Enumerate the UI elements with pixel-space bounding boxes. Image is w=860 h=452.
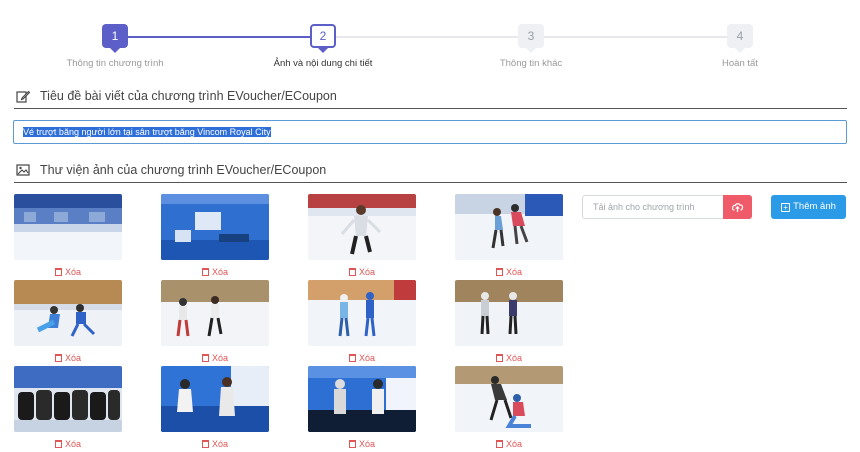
skater-photo: [14, 280, 122, 346]
trash-icon: [348, 440, 356, 448]
delete-image-button[interactable]: Xóa: [455, 267, 563, 277]
trash-icon: [54, 268, 62, 276]
skater-photo: [308, 280, 416, 346]
step-2[interactable]: 2 Ảnh và nội dung chi tiết: [243, 24, 403, 69]
gallery-tile: Xóa: [455, 194, 563, 277]
skater-photo: [455, 280, 563, 346]
edit-icon: [16, 90, 30, 103]
trash-icon: [54, 354, 62, 362]
step-label: Thông tin chương trình: [66, 58, 164, 69]
trash-icon: [201, 354, 209, 362]
rink-lobby-photo: [161, 194, 269, 260]
upload-image-field[interactable]: Tải ảnh cho chương trình: [582, 195, 752, 219]
upload-placeholder: Tải ảnh cho chương trình: [593, 202, 695, 212]
trash-icon: [201, 268, 209, 276]
skate-rental-photo: [14, 366, 122, 432]
step-3[interactable]: 3 Thông tin khác: [451, 24, 611, 69]
upload-button[interactable]: [723, 195, 752, 219]
gallery-section-header: Thư viện ảnh của chương trình EVoucher/E…: [14, 161, 847, 183]
trash-icon: [495, 354, 503, 362]
gallery-tile: Xóa: [308, 194, 416, 277]
counter-photo: [161, 366, 269, 432]
skater-photo: [455, 366, 563, 432]
gallery-tile: Xóa: [161, 366, 269, 449]
delete-image-button[interactable]: Xóa: [308, 267, 416, 277]
step-number: 1: [102, 24, 128, 53]
cloud-upload-icon: [731, 203, 744, 212]
step-number: 4: [727, 24, 753, 53]
image-icon: [16, 164, 30, 176]
trash-icon: [495, 268, 503, 276]
delete-image-button[interactable]: Xóa: [161, 353, 269, 363]
skater-photo: [455, 194, 563, 260]
delete-image-button[interactable]: Xóa: [161, 267, 269, 277]
step-number: 3: [518, 24, 544, 53]
delete-image-button[interactable]: Xóa: [455, 439, 563, 449]
ice-rink-photo: [14, 194, 122, 260]
gallery-tile: Xóa: [14, 280, 122, 363]
stepper: 1 Thông tin chương trình 2 Ảnh và nội du…: [0, 0, 860, 80]
delete-image-button[interactable]: Xóa: [308, 353, 416, 363]
step-1[interactable]: 1 Thông tin chương trình: [35, 24, 195, 69]
gallery-tile: Xóa: [455, 366, 563, 449]
delete-image-button[interactable]: Xóa: [308, 439, 416, 449]
add-image-button[interactable]: + Thêm ảnh: [771, 195, 846, 219]
trash-icon: [54, 440, 62, 448]
delete-image-button[interactable]: Xóa: [14, 439, 122, 449]
gallery-tile: Xóa: [308, 280, 416, 363]
skater-photo: [161, 280, 269, 346]
title-input[interactable]: Vé trượt băng người lớn tại sân trượt bă…: [13, 120, 847, 144]
trash-icon: [201, 440, 209, 448]
delete-image-button[interactable]: Xóa: [455, 353, 563, 363]
step-4[interactable]: 4 Hoàn tất: [660, 24, 820, 69]
gallery-tile: Xóa: [308, 366, 416, 449]
gallery-tile: Xóa: [14, 194, 122, 277]
gallery-tile: Xóa: [161, 194, 269, 277]
delete-image-button[interactable]: Xóa: [14, 353, 122, 363]
add-image-label: Thêm ảnh: [793, 201, 836, 212]
title-section-heading: Tiêu đề bài viết của chương trình EVouch…: [40, 89, 337, 103]
skater-photo: [308, 194, 416, 260]
gallery-tile: Xóa: [455, 280, 563, 363]
gallery-tile: Xóa: [14, 366, 122, 449]
step-number: 2: [310, 24, 336, 53]
trash-icon: [348, 354, 356, 362]
counter-photo: [308, 366, 416, 432]
gallery-tile: Xóa: [161, 280, 269, 363]
step-label: Hoàn tất: [722, 58, 758, 69]
delete-image-button[interactable]: Xóa: [14, 267, 122, 277]
plus-square-icon: +: [781, 203, 791, 212]
page: 1 Thông tin chương trình 2 Ảnh và nội du…: [0, 0, 860, 452]
delete-image-button[interactable]: Xóa: [161, 439, 269, 449]
title-section-header: Tiêu đề bài viết của chương trình EVouch…: [14, 87, 847, 109]
step-label: Thông tin khác: [499, 58, 563, 69]
trash-icon: [348, 268, 356, 276]
title-input-value: Vé trượt băng người lớn tại sân trượt bă…: [23, 127, 271, 137]
gallery-section-heading: Thư viện ảnh của chương trình EVoucher/E…: [40, 163, 327, 177]
step-label: Ảnh và nội dung chi tiết: [273, 58, 373, 69]
trash-icon: [495, 440, 503, 448]
